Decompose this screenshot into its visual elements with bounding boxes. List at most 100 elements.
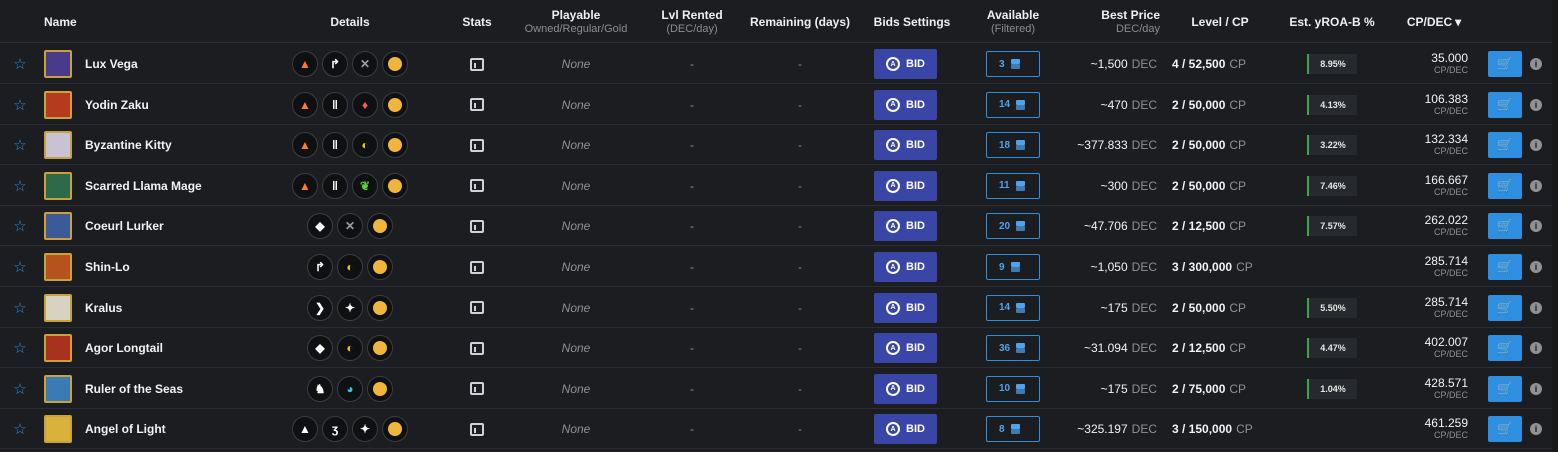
bid-button[interactable]: A BID	[874, 130, 937, 161]
stats-button[interactable]	[467, 125, 487, 165]
available-button[interactable]: 10	[986, 375, 1040, 402]
stats-button[interactable]	[467, 166, 487, 206]
detail-badge[interactable]: ▲	[292, 91, 318, 118]
table-row[interactable]: ☆ Coeurl Lurker ◆ ✕ None - - A BID 20 ~47.706 DEC 2 …	[0, 206, 1558, 247]
stats-button[interactable]	[467, 328, 487, 368]
bid-button[interactable]: A BID	[874, 170, 937, 201]
table-row[interactable]: ☆ Ruler of the Seas ♞ ◕ None - - A BID 10 ~175 DEC 2…	[0, 368, 1558, 409]
available-button[interactable]: 9	[986, 254, 1040, 280]
detail-badge[interactable]: ❯	[307, 294, 333, 321]
detail-badge[interactable]: ✕	[352, 51, 378, 77]
detail-badge[interactable]: ▲	[292, 172, 318, 199]
add-to-cart-button[interactable]: 🛒	[1488, 91, 1522, 118]
info-icon[interactable]: i	[1530, 179, 1542, 192]
header-est-yroa[interactable]: Est. yROA-B %	[1284, 0, 1380, 43]
detail-badge[interactable]	[382, 416, 408, 443]
favorite-star-icon[interactable]: ☆	[12, 44, 28, 84]
favorite-star-icon[interactable]: ☆	[12, 409, 28, 449]
bid-button[interactable]: A BID	[874, 292, 937, 323]
bid-button[interactable]: A BID	[874, 414, 937, 445]
add-to-cart-button[interactable]: 🛒	[1488, 132, 1522, 159]
add-to-cart-button[interactable]: 🛒	[1488, 416, 1522, 443]
header-lvl-rented[interactable]: Lvl Rented (DEC/day)	[652, 0, 732, 43]
detail-badge[interactable]: ◐	[337, 335, 363, 362]
bid-button[interactable]: A BID	[874, 89, 937, 120]
detail-badge[interactable]: ◆	[307, 213, 333, 240]
detail-badge[interactable]: ♞	[307, 375, 333, 402]
detail-badge[interactable]: ◐	[337, 254, 363, 280]
detail-badge[interactable]: ‖	[322, 91, 348, 118]
card-name[interactable]: Agor Longtail	[85, 328, 285, 368]
header-name[interactable]: Name	[44, 0, 78, 43]
table-row[interactable]: ☆ Scarred Llama Mage ▲ ‖ ❦ None - - A BID 11 ~300 DE…	[0, 166, 1558, 206]
scrollbar[interactable]	[1552, 0, 1558, 452]
available-button[interactable]: 8	[986, 416, 1040, 443]
detail-badge[interactable]: ✦	[352, 416, 378, 443]
stats-button[interactable]	[467, 288, 487, 328]
favorite-star-icon[interactable]: ☆	[12, 85, 28, 125]
available-button[interactable]: 14	[986, 91, 1040, 118]
detail-badge[interactable]: ◐	[352, 132, 378, 159]
detail-badge[interactable]: ʒ	[322, 416, 348, 443]
header-remaining[interactable]: Remaining (days)	[745, 0, 855, 43]
detail-badge[interactable]: ✦	[337, 294, 363, 321]
add-to-cart-button[interactable]: 🛒	[1488, 335, 1522, 362]
header-best-price[interactable]: Best Price DEC/day	[1080, 0, 1160, 43]
card-avatar[interactable]	[44, 44, 72, 84]
info-icon[interactable]: i	[1530, 139, 1542, 152]
card-avatar[interactable]	[44, 85, 72, 125]
detail-badge[interactable]	[367, 254, 393, 280]
card-name[interactable]: Shin-Lo	[85, 247, 285, 287]
card-name[interactable]: Yodin Zaku	[85, 85, 285, 125]
available-button[interactable]: 20	[986, 213, 1040, 240]
info-icon[interactable]: i	[1530, 423, 1542, 436]
detail-badge[interactable]	[382, 132, 408, 159]
favorite-star-icon[interactable]: ☆	[12, 166, 28, 206]
card-name[interactable]: Scarred Llama Mage	[85, 166, 285, 206]
add-to-cart-button[interactable]: 🛒	[1488, 51, 1522, 77]
card-avatar[interactable]	[44, 125, 72, 165]
info-icon[interactable]: i	[1530, 220, 1542, 233]
bid-button[interactable]: A BID	[874, 333, 937, 364]
add-to-cart-button[interactable]: 🛒	[1488, 172, 1522, 199]
stats-button[interactable]	[467, 44, 487, 84]
stats-button[interactable]	[467, 85, 487, 125]
detail-badge[interactable]: ▲	[292, 416, 318, 443]
card-avatar[interactable]	[44, 369, 72, 409]
bid-button[interactable]: A BID	[874, 211, 937, 242]
bid-button[interactable]: A BID	[874, 373, 937, 404]
available-button[interactable]: 3	[986, 51, 1040, 77]
detail-badge[interactable]: ▲	[292, 51, 318, 77]
detail-badge[interactable]: ✕	[337, 213, 363, 240]
info-icon[interactable]: i	[1530, 382, 1542, 395]
card-avatar[interactable]	[44, 206, 72, 246]
stats-button[interactable]	[467, 369, 487, 409]
header-level-cp[interactable]: Level / CP	[1180, 0, 1260, 43]
table-row[interactable]: ☆ Yodin Zaku ▲ ‖ ♦ None - - A BID 14 ~470 DEC 2 / 50,…	[0, 85, 1558, 125]
card-name[interactable]: Angel of Light	[85, 409, 285, 449]
detail-badge[interactable]: ‖	[322, 132, 348, 159]
detail-badge[interactable]	[382, 172, 408, 199]
bid-button[interactable]: A BID	[874, 252, 937, 282]
add-to-cart-button[interactable]: 🛒	[1488, 213, 1522, 240]
detail-badge[interactable]: ▲	[292, 132, 318, 159]
table-row[interactable]: ☆ Kralus ❯ ✦ None - - A BID 14 ~175 DEC 2 / 50,000 CP…	[0, 287, 1558, 328]
card-avatar[interactable]	[44, 409, 72, 449]
card-name[interactable]: Ruler of the Seas	[85, 369, 285, 409]
detail-badge[interactable]	[367, 375, 393, 402]
add-to-cart-button[interactable]: 🛒	[1488, 254, 1522, 280]
detail-badge[interactable]: ↱	[307, 254, 333, 280]
available-button[interactable]: 18	[986, 132, 1040, 159]
detail-badge[interactable]: ◆	[307, 335, 333, 362]
card-avatar[interactable]	[44, 166, 72, 206]
table-row[interactable]: ☆ Agor Longtail ◆ ◐ None - - A BID 36 ~31.094 DEC 2 …	[0, 328, 1558, 369]
add-to-cart-button[interactable]: 🛒	[1488, 375, 1522, 402]
card-name[interactable]: Kralus	[85, 288, 285, 328]
detail-badge[interactable]: ♦	[352, 91, 378, 118]
info-icon[interactable]: i	[1530, 58, 1542, 70]
info-icon[interactable]: i	[1530, 261, 1542, 273]
detail-badge[interactable]	[382, 51, 408, 77]
detail-badge[interactable]	[367, 294, 393, 321]
info-icon[interactable]: i	[1530, 301, 1542, 314]
header-cp-dec[interactable]: CP/DEC ▾	[1396, 0, 1472, 43]
